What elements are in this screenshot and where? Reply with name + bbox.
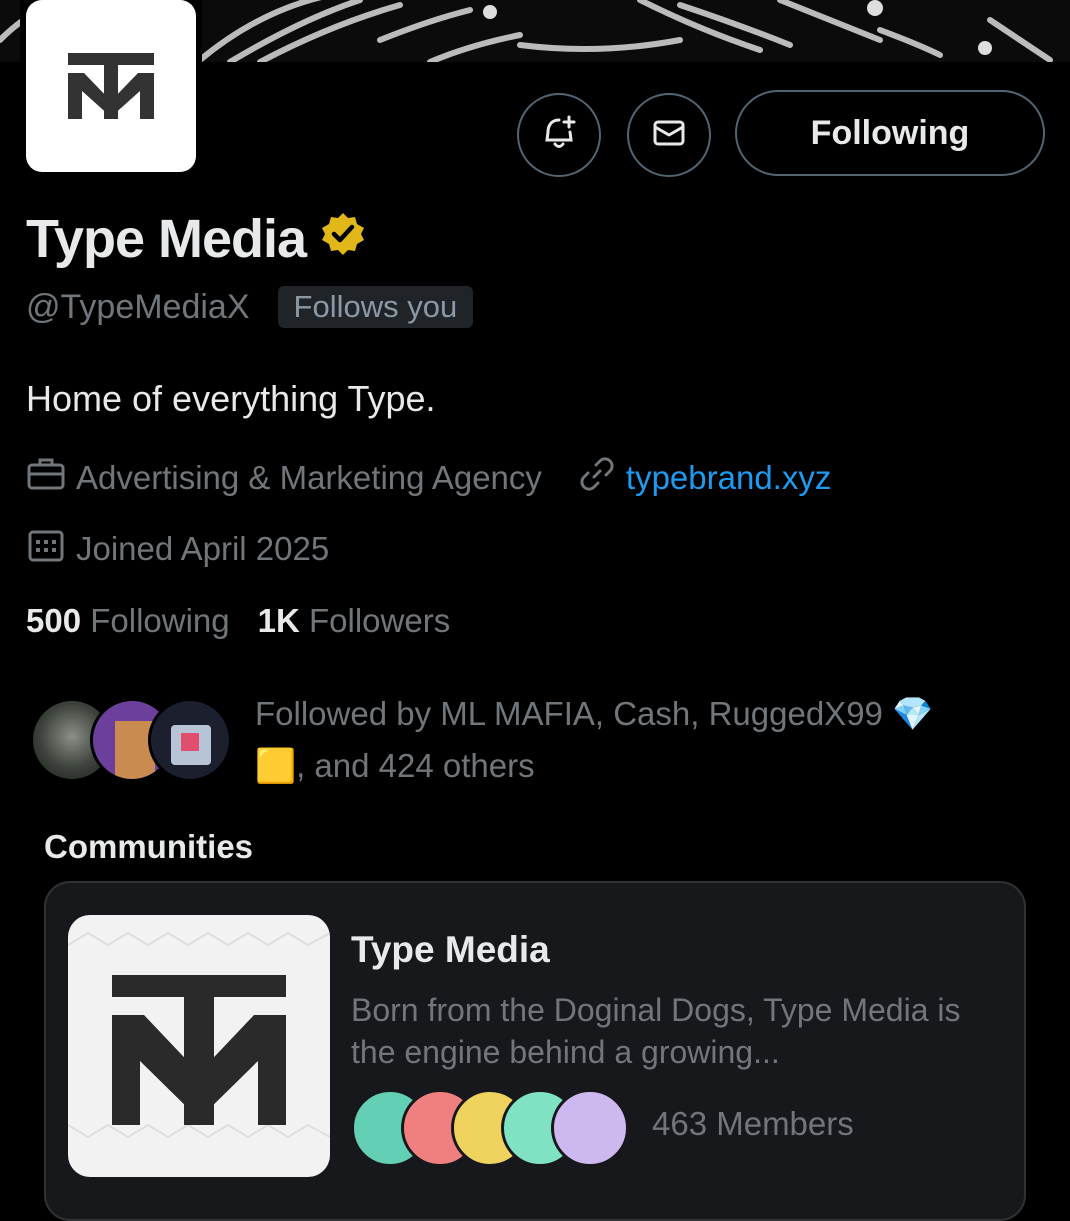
notifications-button[interactable]	[517, 93, 601, 177]
joined-date: Joined April 2025	[76, 530, 330, 567]
profile-name: Type Media	[26, 208, 366, 270]
joined-row: Joined April 2025	[26, 526, 329, 572]
community-member-avatars	[351, 1089, 641, 1171]
handle-row: @TypeMediaX Follows you	[26, 286, 474, 328]
community-card[interactable]: Type Media Born from the Doginal Dogs, T…	[44, 881, 1026, 1221]
bell-plus-icon	[539, 113, 579, 158]
followed-by-text[interactable]: Followed by ML MAFIA, Cash, RuggedX99 💎 …	[255, 688, 1015, 792]
display-name: Type Media	[26, 209, 307, 269]
community-logo	[68, 915, 330, 1177]
followed-by-avatars[interactable]	[30, 698, 232, 786]
handle: @TypeMediaX	[26, 287, 250, 326]
envelope-icon	[649, 113, 689, 158]
verified-badge-icon[interactable]	[320, 208, 366, 270]
profile-meta-row: Advertising & Marketing Agency typebrand…	[26, 455, 831, 501]
followed-by-line-2: 🟨, and 424 others	[255, 747, 535, 784]
avatar	[551, 1089, 629, 1167]
briefcase-icon	[26, 456, 76, 500]
followed-by-line-1: Followed by ML MAFIA, Cash, RuggedX99 💎	[255, 695, 934, 732]
website-link[interactable]: typebrand.xyz	[626, 459, 831, 497]
profile-category: Advertising & Marketing Agency	[76, 459, 542, 496]
community-members-count: 463 Members	[652, 1105, 854, 1142]
following-button[interactable]: Following	[735, 90, 1045, 176]
follow-stats: 500 Following 1K Followers	[26, 602, 450, 640]
profile-avatar[interactable]	[20, 0, 202, 178]
followers-link[interactable]: 1K Followers	[258, 602, 451, 640]
avatar	[148, 698, 232, 782]
message-button[interactable]	[627, 93, 711, 177]
bio: Home of everything Type.	[26, 378, 436, 419]
follows-you-badge: Follows you	[277, 286, 474, 328]
community-name: Type Media	[351, 929, 550, 970]
link-icon	[578, 455, 626, 501]
following-link[interactable]: 500 Following	[26, 602, 230, 640]
community-description: Born from the Doginal Dogs, Type Media i…	[351, 992, 961, 1070]
type-media-logo	[26, 0, 196, 172]
calendar-icon	[26, 526, 76, 572]
communities-heading: Communities	[44, 828, 254, 865]
